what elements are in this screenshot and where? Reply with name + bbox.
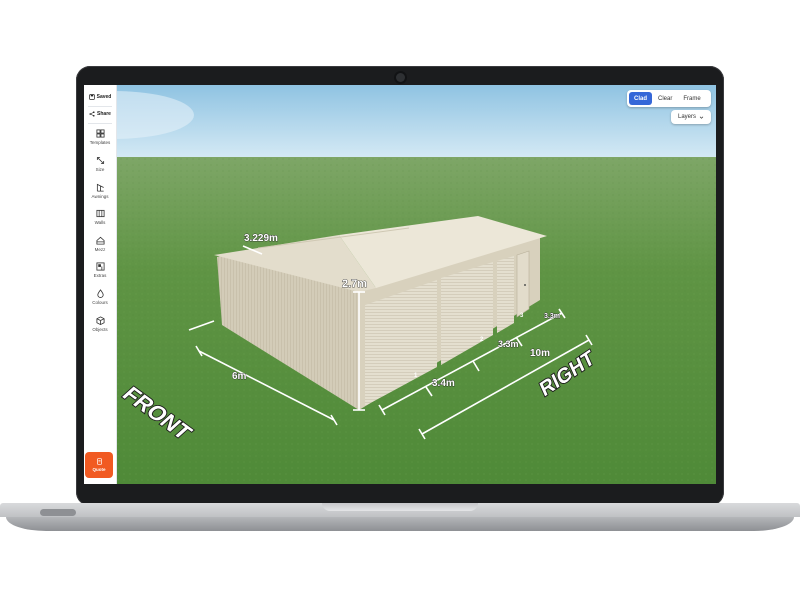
quote-document-icon <box>96 458 102 465</box>
mezzanine-icon <box>95 236 105 245</box>
quote-label: Quote <box>92 467 106 472</box>
chevron-down-icon <box>699 116 704 119</box>
saved-button[interactable]: Saved <box>86 90 114 104</box>
quote-button[interactable]: Quote <box>85 452 113 478</box>
view-clear-button[interactable]: Clear <box>653 92 677 105</box>
laptop-front-edge <box>6 517 794 531</box>
nav-templates-label: Templates <box>89 140 111 145</box>
nav-awnings-label: Awnings <box>91 194 109 199</box>
laptop-hinge-notch <box>322 503 478 511</box>
nav-mezz-label: Mezz <box>94 247 106 252</box>
app-screen: 3.229m 2.7m 6m 3.4m 3.3m 3.3m 10m 1 2 3 … <box>84 85 716 484</box>
nav-mezz[interactable]: Mezz <box>84 236 116 260</box>
layers-label: Layers <box>677 114 696 120</box>
view-mode-toggle: Clad Clear Frame <box>627 90 711 107</box>
nav-extras[interactable]: Extras <box>84 262 116 286</box>
droplet-icon <box>96 289 104 298</box>
laptop-frame: 3.229m 2.7m 6m 3.4m 3.3m 3.3m 10m 1 2 3 … <box>0 0 800 600</box>
saved-label: Saved <box>96 94 112 100</box>
nav-size-label: Size <box>95 167 105 172</box>
nav-templates[interactable]: Templates <box>84 129 116 153</box>
nav-objects-label: Objects <box>92 327 108 332</box>
dim-bay-3: 3.3m <box>544 313 560 320</box>
webcam <box>396 73 405 82</box>
nav-colours[interactable]: Colours <box>84 289 116 313</box>
door-handle <box>524 284 526 286</box>
nav-size[interactable]: Size <box>84 156 116 180</box>
nav-awnings[interactable]: Awnings <box>84 183 116 207</box>
layers-dropdown[interactable]: Layers <box>671 110 711 124</box>
divider <box>88 123 112 124</box>
nav-walls-label: Walls <box>94 220 106 225</box>
nav-walls[interactable]: Walls <box>84 209 116 233</box>
share-label: Share <box>97 111 111 117</box>
nav-extras-label: Extras <box>93 273 107 278</box>
grid-icon <box>95 129 105 138</box>
dim-roof-width: 3.229m <box>244 233 278 244</box>
share-icon <box>89 111 95 117</box>
nav-colours-label: Colours <box>92 300 108 305</box>
resize-arrows-icon <box>96 156 104 165</box>
share-button[interactable]: Share <box>86 107 114 121</box>
dim-wall-height: 2.7m <box>342 278 367 290</box>
view-clad-button[interactable]: Clad <box>629 92 653 105</box>
dim-front-width: 6m <box>232 371 247 382</box>
roller-door-3[interactable] <box>497 256 514 333</box>
dim-bay-1: 3.4m <box>432 378 455 389</box>
laptop-base <box>0 503 800 533</box>
laptop-port <box>40 509 76 516</box>
dim-total-length: 10m <box>530 348 550 359</box>
dim-bay-2: 3.3m <box>498 339 519 349</box>
awning-icon <box>96 183 104 192</box>
extras-icon <box>95 262 105 271</box>
wall-icon <box>95 209 105 218</box>
view-frame-button[interactable]: Frame <box>678 92 705 105</box>
sidebar: Saved Share Templates Size Awnings Walls… <box>84 85 117 484</box>
cube-icon <box>95 316 105 325</box>
personal-access-door[interactable] <box>516 250 530 318</box>
viewport-3d[interactable]: 3.229m 2.7m 6m 3.4m 3.3m 3.3m 10m 1 2 3 … <box>84 85 716 484</box>
save-icon <box>88 94 95 100</box>
nav-objects[interactable]: Objects <box>84 316 116 340</box>
